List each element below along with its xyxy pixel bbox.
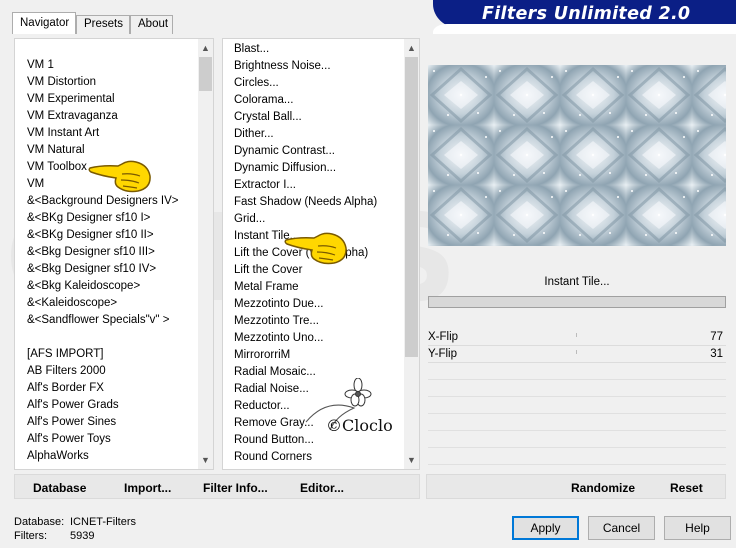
category-item[interactable]: VM Extravaganza [27, 108, 118, 125]
progress-bar [428, 296, 726, 308]
category-item[interactable]: VM Distortion [27, 74, 96, 91]
category-item[interactable]: AlphaWorks [27, 448, 89, 465]
param-label: Y-Flip [428, 348, 457, 360]
tab-navigator[interactable]: Navigator [12, 12, 76, 34]
filter-scroll-thumb[interactable] [405, 57, 418, 357]
empty-param-row [428, 397, 726, 414]
filter-item[interactable]: Dynamic Contrast... [234, 143, 335, 160]
filter-item[interactable]: Grid... [234, 211, 265, 228]
category-item[interactable]: Alf's Power Sines [27, 414, 116, 431]
filter-item[interactable]: Mezzotinto Tre... [234, 313, 319, 330]
pointing-hand-icon [284, 232, 347, 265]
empty-param-row [428, 414, 726, 431]
category-item[interactable]: VM 1 [27, 57, 54, 74]
category-item[interactable]: [AFS IMPORT] [27, 346, 103, 363]
filter-item[interactable]: Colorama... [234, 92, 293, 109]
right-toolbar: Randomize Reset [426, 474, 726, 499]
filter-info-button[interactable]: Filter Info... [203, 481, 268, 495]
filter-item[interactable]: Circles... [234, 75, 279, 92]
empty-param-row [428, 431, 726, 448]
param-label: X-Flip [428, 331, 459, 343]
scroll-up-icon[interactable]: ▲ [198, 40, 213, 57]
category-item[interactable]: &<Bkg Designer sf10 III> [27, 244, 155, 261]
filters-count-label: Filters: [14, 530, 47, 542]
scroll-down-icon[interactable]: ▼ [404, 452, 419, 469]
filter-item[interactable]: Dither... [234, 126, 274, 143]
category-item[interactable]: &<Bkg Kaleidoscope> [27, 278, 140, 295]
empty-param-row [428, 448, 726, 465]
preview-image [428, 65, 726, 246]
category-item[interactable]: VM [27, 176, 44, 193]
title-banner-swoosh [433, 24, 736, 34]
tab-about[interactable]: About [130, 15, 173, 34]
category-item[interactable]: VM Instant Art [27, 125, 99, 142]
cancel-button[interactable]: Cancel [588, 516, 655, 540]
param-value: 31 [710, 348, 723, 360]
filter-scrollbar[interactable]: ▲ ▼ [404, 39, 419, 469]
scroll-up-icon[interactable]: ▲ [404, 40, 419, 57]
app-title: Filters Unlimited 2.0 [482, 4, 691, 24]
filter-item[interactable]: Crystal Ball... [234, 109, 302, 126]
filter-item[interactable]: Round Corners [234, 449, 312, 466]
signature-text: ©Cloclo [326, 416, 393, 435]
left-toolbar: Database Import... Filter Info... Editor… [14, 474, 420, 499]
randomize-button[interactable]: Randomize [571, 481, 635, 495]
param-slider-x-flip[interactable]: X-Flip 77 [428, 329, 726, 346]
import-button[interactable]: Import... [124, 481, 171, 495]
category-item[interactable]: VM Toolbox [27, 159, 87, 176]
category-item[interactable]: Alf's Power Toys [27, 431, 111, 448]
param-slider-y-flip[interactable]: Y-Flip 31 [428, 346, 726, 363]
category-item[interactable]: &<Background Designers IV> [27, 193, 179, 210]
category-item[interactable]: &<BKg Designer sf10 II> [27, 227, 154, 244]
empty-param-row [428, 363, 726, 380]
filter-item[interactable]: Metal Frame [234, 279, 299, 296]
selected-filter-name: Instant Tile... [544, 276, 610, 288]
database-button[interactable]: Database [33, 481, 86, 495]
tab-presets[interactable]: Presets [76, 15, 130, 34]
filter-item[interactable]: MirrororriM [234, 347, 290, 364]
category-scroll-thumb[interactable] [199, 57, 212, 91]
category-item[interactable]: &<Sandflower Specials"v" > [27, 312, 169, 329]
param-value: 77 [710, 331, 723, 343]
database-value: ICNET-Filters [70, 516, 136, 528]
category-item[interactable]: AB Filters 2000 [27, 363, 106, 380]
filters-count-value: 5939 [70, 530, 95, 542]
filter-item[interactable]: Mezzotinto Uno... [234, 330, 323, 347]
reset-button[interactable]: Reset [670, 481, 703, 495]
scroll-down-icon[interactable]: ▼ [198, 452, 213, 469]
category-item[interactable]: &<BKg Designer sf10 I> [27, 210, 150, 227]
category-item[interactable]: VM Natural [27, 142, 85, 159]
filter-item[interactable]: Reductor... [234, 398, 290, 415]
category-item[interactable]: &<Bkg Designer sf10 IV> [27, 261, 156, 278]
filter-item[interactable]: Extractor I... [234, 177, 296, 194]
empty-param-row [428, 380, 726, 397]
filter-item[interactable]: Dynamic Diffusion... [234, 160, 336, 177]
help-button[interactable]: Help [664, 516, 731, 540]
param-tick [576, 333, 577, 337]
apply-button[interactable]: Apply [512, 516, 579, 540]
signature-flower-icon [305, 378, 372, 431]
category-list-panel: VM 1 VM Distortion VM Experimental VM Extra… [14, 38, 214, 470]
database-label: Database: [14, 516, 65, 528]
filter-item[interactable]: Blast... [234, 41, 269, 58]
category-scrollbar[interactable]: ▲ ▼ [198, 39, 213, 469]
editor-button[interactable]: Editor... [300, 481, 344, 495]
param-tick [576, 350, 577, 354]
category-item[interactable]: &<Kaleidoscope> [27, 295, 117, 312]
category-item[interactable]: Alf's Power Grads [27, 397, 119, 414]
pointing-hand-icon [88, 160, 151, 193]
category-item[interactable]: Alf's Border FX [27, 380, 104, 397]
category-item[interactable]: VM Experimental [27, 91, 115, 108]
filter-item[interactable]: Mezzotinto Due... [234, 296, 323, 313]
filter-item[interactable]: Brightness Noise... [234, 58, 331, 75]
filter-item[interactable]: Fast Shadow (Needs Alpha) [234, 194, 377, 211]
